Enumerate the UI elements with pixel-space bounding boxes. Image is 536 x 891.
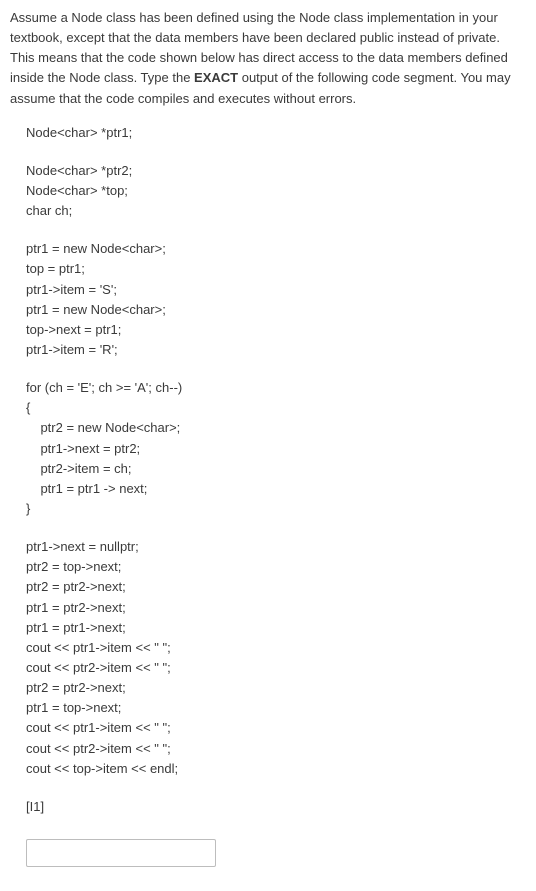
code-line: top = ptr1; [26, 259, 526, 279]
code-line: Node<char> *ptr1; [26, 123, 526, 143]
prompt-bold: EXACT [194, 70, 238, 85]
code-line: ptr2 = top->next; [26, 557, 526, 577]
code-block-4: for (ch = 'E'; ch >= 'A'; ch--) { ptr2 =… [26, 378, 526, 519]
answer-input[interactable] [26, 839, 216, 867]
code-line: ptr2 = ptr2->next; [26, 678, 526, 698]
code-line: cout << ptr2->item << " "; [26, 658, 526, 678]
code-block-2: Node<char> *ptr2; Node<char> *top; char … [26, 161, 526, 221]
code-block-1: Node<char> *ptr1; [26, 123, 526, 143]
code-line: { [26, 398, 526, 418]
code-line: ptr2 = new Node<char>; [26, 418, 526, 438]
code-line: cout << top->item << endl; [26, 759, 526, 779]
points-label: [I1] [10, 797, 526, 817]
code-line: cout << ptr1->item << " "; [26, 638, 526, 658]
code-line: ptr1->next = ptr2; [26, 439, 526, 459]
code-line: top->next = ptr1; [26, 320, 526, 340]
code-line: } [26, 499, 526, 519]
code-line: ptr1->item = 'S'; [26, 280, 526, 300]
code-line: ptr1 = new Node<char>; [26, 239, 526, 259]
code-region: Node<char> *ptr1; Node<char> *ptr2; Node… [10, 123, 526, 779]
code-block-3: ptr1 = new Node<char>; top = ptr1; ptr1-… [26, 239, 526, 360]
code-line: ptr1->item = 'R'; [26, 340, 526, 360]
code-line: ptr1 = ptr1->next; [26, 618, 526, 638]
code-line: ptr1->next = nullptr; [26, 537, 526, 557]
code-line: ptr1 = new Node<char>; [26, 300, 526, 320]
code-block-5: ptr1->next = nullptr; ptr2 = top->next; … [26, 537, 526, 779]
code-line: cout << ptr1->item << " "; [26, 718, 526, 738]
code-line: ptr2->item = ch; [26, 459, 526, 479]
code-line: ptr2 = ptr2->next; [26, 577, 526, 597]
question-prompt: Assume a Node class has been defined usi… [10, 8, 526, 109]
code-line: cout << ptr2->item << " "; [26, 739, 526, 759]
code-line: ptr1 = ptr2->next; [26, 598, 526, 618]
code-line: char ch; [26, 201, 526, 221]
code-line: Node<char> *top; [26, 181, 526, 201]
code-line: for (ch = 'E'; ch >= 'A'; ch--) [26, 378, 526, 398]
code-line: ptr1 = top->next; [26, 698, 526, 718]
code-line: Node<char> *ptr2; [26, 161, 526, 181]
code-line: ptr1 = ptr1 -> next; [26, 479, 526, 499]
